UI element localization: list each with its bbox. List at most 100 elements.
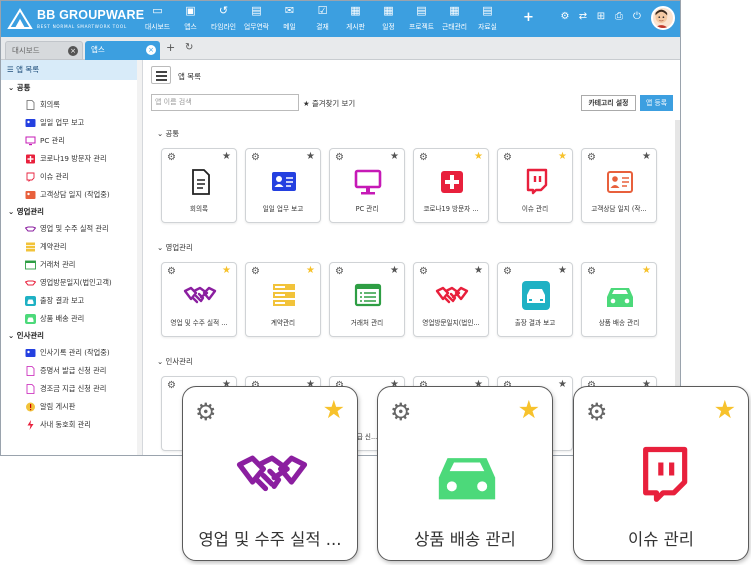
nav-item-1[interactable]: ▣ 앱스 <box>174 4 207 34</box>
sidebar-item-0-0[interactable]: 회의록 <box>1 96 142 114</box>
gear-icon[interactable]: ⚙ <box>503 152 512 163</box>
sidebar-item-2-3[interactable]: 알림 게시판 <box>1 398 142 416</box>
app-card[interactable]: ⚙ ★ 영업방문일지(법인... <box>413 262 489 337</box>
avatar[interactable] <box>651 6 675 30</box>
section-title[interactable]: ⌄ 영업관리 <box>157 242 193 253</box>
gear-icon[interactable]: ⚙ <box>251 266 260 277</box>
sidebar-group-1[interactable]: ⌄ 영업관리 <box>1 204 142 220</box>
nav-item-10[interactable]: ▤ 자료실 <box>471 4 504 34</box>
star-icon[interactable]: ★ <box>558 151 567 162</box>
nav-item-2[interactable]: ↺ 타임라인 <box>207 4 240 34</box>
handshake-icon <box>182 281 218 311</box>
star-icon[interactable]: ★ <box>306 265 315 276</box>
star-icon[interactable]: ★ <box>306 151 315 162</box>
gear-icon[interactable]: ⚙ <box>335 152 344 163</box>
gear-icon[interactable]: ⚙ <box>587 152 596 163</box>
star-icon[interactable]: ★ <box>558 379 567 390</box>
sidebar-item-1-5[interactable]: 상품 배송 관리 <box>1 310 142 328</box>
sidebar-header[interactable]: ☰ 앱 목록 <box>1 60 142 80</box>
star-icon[interactable]: ★ <box>642 265 651 276</box>
sidebar-item-0-5[interactable]: 고객상담 일지 (작업중) <box>1 186 142 204</box>
gear-icon[interactable]: ⚙ <box>503 266 512 277</box>
sidebar-item-2-0[interactable]: 인사기록 관리 (작업중) <box>1 344 142 362</box>
gear-icon[interactable]: ⚙ <box>419 152 428 163</box>
tab-dashboard[interactable]: 대시보드 × <box>5 41 83 60</box>
sync-icon[interactable]: ⇄ <box>574 11 592 22</box>
chevron-down-icon: ⌄ <box>8 331 17 340</box>
app-card[interactable]: ⚙ ★ 영업 및 수주 실적 ... <box>161 262 237 337</box>
star-icon[interactable]: ★ <box>222 151 231 162</box>
org-chart-icon[interactable]: ⊞ <box>592 11 610 22</box>
section-title[interactable]: ⌄ 인사관리 <box>157 356 193 367</box>
sidebar-group-2[interactable]: ⌄ 인사관리 <box>1 328 142 344</box>
app-card[interactable]: ⚙ ★ 출장 결과 보고 <box>497 262 573 337</box>
app-card[interactable]: ⚙ ★ 고객상담 일지 (작... <box>581 148 657 223</box>
gear-icon[interactable]: ⚙ <box>167 152 176 163</box>
gear-icon[interactable]: ⚙ <box>335 266 344 277</box>
section-title[interactable]: ⌄ 공통 <box>157 128 179 139</box>
sidebar-item-label: 영업방문일지(법인고객) <box>40 278 112 287</box>
gear-icon[interactable]: ⚙ <box>167 266 176 277</box>
sidebar-scrollbar[interactable] <box>137 60 142 455</box>
nav-item-3[interactable]: ▤ 업무연락 <box>240 4 273 34</box>
sidebar-item-1-3[interactable]: 영업방문일지(법인고객) <box>1 274 142 292</box>
star-icon[interactable]: ★ <box>222 265 231 276</box>
category-settings-button[interactable]: 카테고리 설정 <box>581 95 636 111</box>
nav-item-6[interactable]: ▦ 게시판 <box>339 4 372 34</box>
nav-item-8[interactable]: ▤ 프로젝트 <box>405 4 438 34</box>
app-card[interactable]: ⚙ ★ 계약관리 <box>245 262 321 337</box>
sidebar-item-0-4[interactable]: 이슈 관리 <box>1 168 142 186</box>
star-icon[interactable]: ★ <box>558 265 567 276</box>
favorites-toggle[interactable]: ★ 즐겨찾기 보기 <box>303 98 355 109</box>
sidebar-item-icon <box>25 119 36 127</box>
nav-item-4[interactable]: ✉ 메일 <box>273 4 306 34</box>
sidebar-item-0-1[interactable]: 일일 업무 보고 <box>1 114 142 132</box>
nav-item-5[interactable]: ☑ 결재 <box>306 4 339 34</box>
star-icon[interactable]: ★ <box>474 265 483 276</box>
gear-icon[interactable]: ⚙ <box>251 152 260 163</box>
nav-item-9[interactable]: ▦ 근태관리 <box>438 4 471 34</box>
sidebar-item-1-1[interactable]: 계약관리 <box>1 238 142 256</box>
app-card[interactable]: ⚙ ★ 상품 배송 관리 <box>581 262 657 337</box>
sidebar-item-icon <box>27 420 34 430</box>
gear-icon[interactable]: ⚙ <box>587 266 596 277</box>
app-card[interactable]: ⚙ ★ 거래처 관리 <box>329 262 405 337</box>
app-card[interactable]: ⚙ ★ 코로나19 방문자 ... <box>413 148 489 223</box>
sidebar-item-0-3[interactable]: 코로나19 방문자 관리 <box>1 150 142 168</box>
print-icon[interactable]: ⎙ <box>610 11 628 22</box>
add-tab-icon[interactable]: + <box>166 41 175 54</box>
sidebar-item-1-0[interactable]: 영업 및 수주 실적 관리 <box>1 220 142 238</box>
app-card[interactable]: ⚙ ★ 일일 업무 보고 <box>245 148 321 223</box>
logo[interactable]: BB GROUPWARE BEST NORMAL SMARTWORK TOOL <box>7 7 144 33</box>
sidebar-item-2-2[interactable]: 경조금 지급 신청 관리 <box>1 380 142 398</box>
star-icon[interactable]: ★ <box>642 151 651 162</box>
star-icon[interactable]: ★ <box>390 265 399 276</box>
power-icon[interactable]: ⏻ <box>628 11 646 22</box>
menu-toggle-button[interactable] <box>151 66 171 84</box>
sidebar-item-1-2[interactable]: 거래처 관리 <box>1 256 142 274</box>
app-search-input[interactable]: 앱 이름 검색 <box>151 94 299 111</box>
gear-icon[interactable]: ⚙ <box>419 266 428 277</box>
close-icon[interactable]: × <box>146 45 156 55</box>
nav-item-0[interactable]: ▭ 대시보드 <box>141 4 174 34</box>
gear-icon[interactable]: ⚙ <box>167 380 176 391</box>
star-icon[interactable]: ★ <box>474 151 483 162</box>
tab-apps[interactable]: 앱스 × <box>85 41 160 60</box>
refresh-icon[interactable]: ↻ <box>185 42 193 53</box>
sidebar-item-2-4[interactable]: 사내 동호회 관리 <box>1 416 142 434</box>
close-icon[interactable]: × <box>68 46 78 56</box>
zoomed-app-card: ⚙ ★ 이슈 관리 <box>573 386 749 561</box>
add-menu-icon[interactable]: + <box>523 10 534 25</box>
star-icon[interactable]: ★ <box>390 151 399 162</box>
register-app-button[interactable]: 앱 등록 <box>640 95 673 111</box>
sidebar-item-1-4[interactable]: 출장 결과 보고 <box>1 292 142 310</box>
app-card[interactable]: ⚙ ★ 회의록 <box>161 148 237 223</box>
app-card[interactable]: ⚙ ★ 이슈 관리 <box>497 148 573 223</box>
settings-icon[interactable]: ⚙ <box>556 11 574 22</box>
app-card[interactable]: ⚙ ★ PC 관리 <box>329 148 405 223</box>
sidebar-item-2-1[interactable]: 증명서 발급 신청 관리 <box>1 362 142 380</box>
zoomed-app-label: 상품 배송 관리 <box>414 530 516 549</box>
sidebar-group-0[interactable]: ⌄ 공통 <box>1 80 142 96</box>
nav-item-7[interactable]: ▦ 일정 <box>372 4 405 34</box>
sidebar-item-0-2[interactable]: PC 관리 <box>1 132 142 150</box>
